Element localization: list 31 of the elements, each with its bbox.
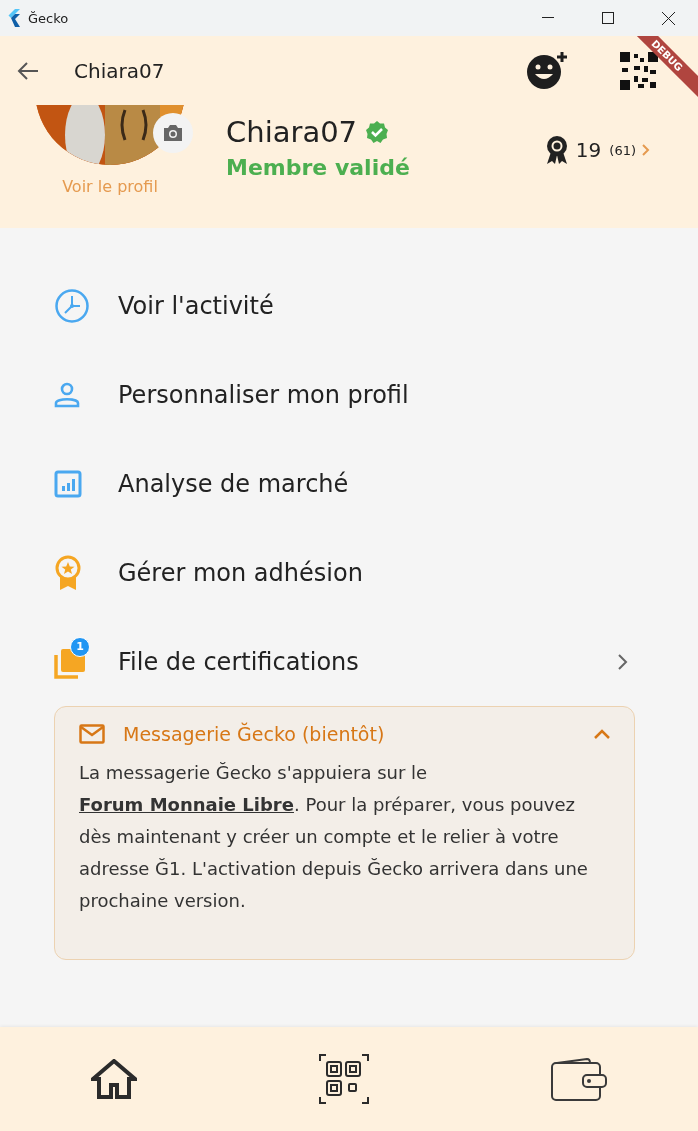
camera-icon bbox=[162, 124, 184, 142]
menu-item[interactable]: Voir l'activité bbox=[0, 261, 698, 350]
certification-count: 19 bbox=[575, 138, 602, 162]
forum-link[interactable]: Forum Monnaie Libre bbox=[79, 794, 294, 815]
chart-icon bbox=[54, 469, 82, 498]
chevron-up-icon[interactable] bbox=[594, 729, 610, 739]
wallet-icon[interactable] bbox=[551, 1057, 608, 1101]
app-logo-icon bbox=[6, 9, 20, 27]
qr-scan-icon[interactable] bbox=[318, 1053, 370, 1105]
menu-item[interactable]: Analyse de marché bbox=[0, 439, 698, 528]
menu-item[interactable]: Gérer mon adhésion bbox=[0, 528, 698, 617]
envelope-icon bbox=[79, 724, 105, 744]
award-icon bbox=[54, 554, 82, 591]
count-badge: 1 bbox=[70, 636, 90, 657]
menu-item[interactable]: Personnaliser mon profil bbox=[0, 350, 698, 439]
window-title: Ğecko bbox=[28, 10, 70, 26]
member-status: Membre validé bbox=[226, 155, 411, 180]
person-icon bbox=[54, 381, 80, 408]
clock-icon bbox=[54, 287, 90, 324]
add-smiley-icon[interactable] bbox=[526, 51, 568, 90]
minimize-icon[interactable] bbox=[542, 17, 554, 19]
close-icon[interactable] bbox=[661, 11, 675, 25]
page-title: Chiara07 bbox=[74, 58, 166, 83]
home-icon[interactable] bbox=[90, 1059, 137, 1099]
maximize-icon[interactable] bbox=[602, 12, 614, 24]
card-title: Messagerie Ğecko (bientôt) bbox=[123, 723, 386, 745]
profile-name: Chiara07 bbox=[226, 115, 358, 149]
menu-item[interactable]: 1 File de certifications bbox=[0, 617, 698, 706]
pending-count: (61) bbox=[609, 142, 636, 158]
camera-button[interactable] bbox=[153, 113, 193, 153]
card-text: La messagerie Ğecko s'appuiera sur le Forum Monnaie Libre. Pour la préparer, vous pouvez dès maintenant y créer un compte et le relier à votre adresse Ğ1. L'activation depuis Ğecko arrivera dans une prochaine version. bbox=[79, 761, 589, 913]
